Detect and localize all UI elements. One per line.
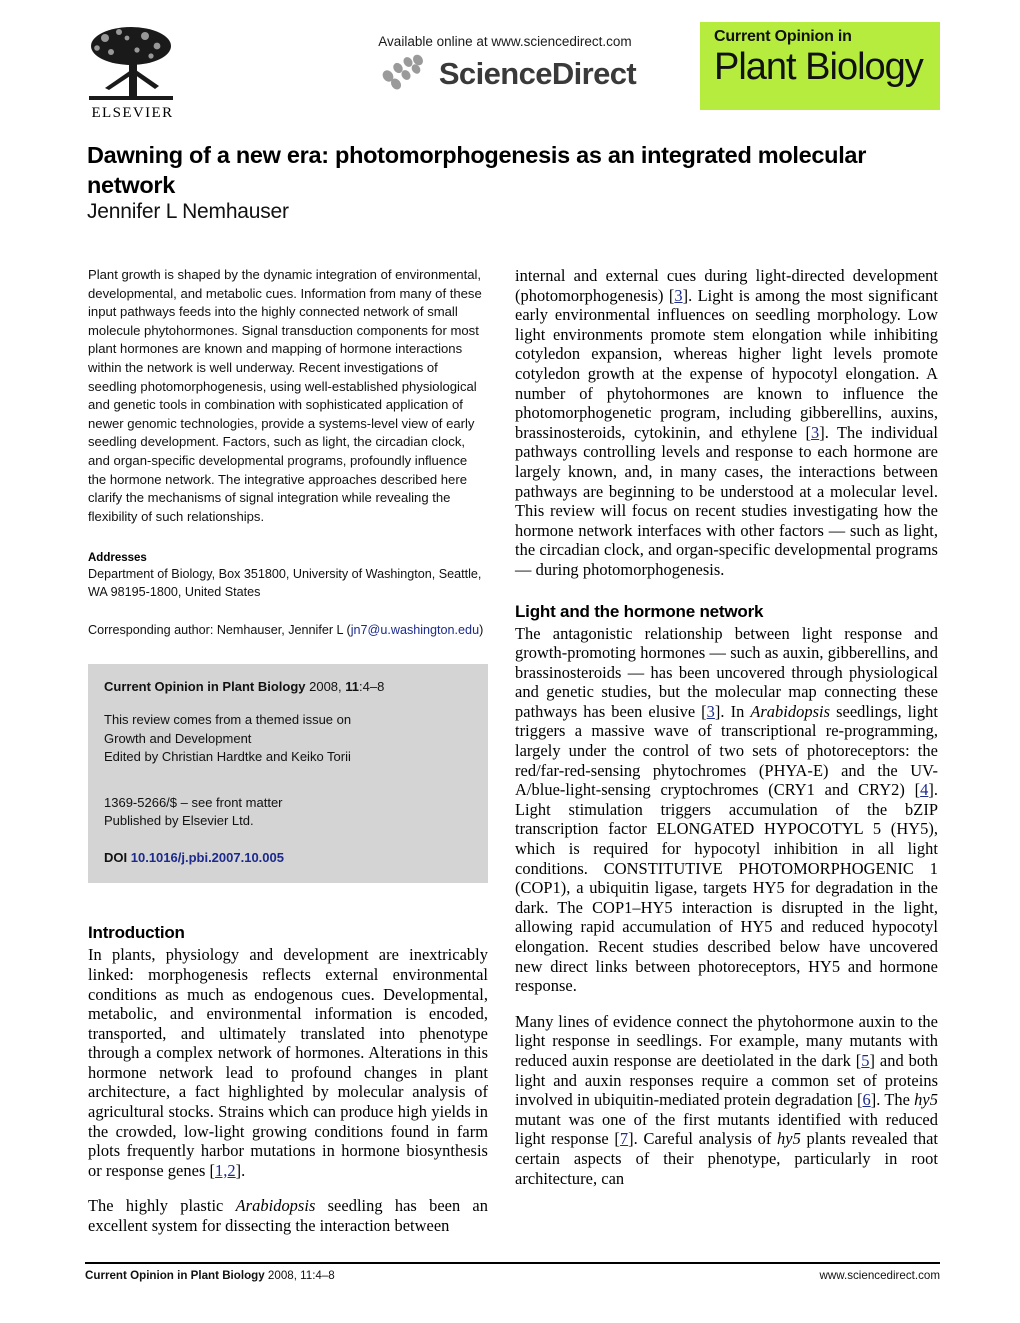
intro-p2-species-name: Arabidopsis — [235, 1196, 316, 1216]
sciencedirect-swoosh-icon — [382, 54, 423, 90]
page-header: ELSEVIER Available online at www.science… — [85, 22, 940, 127]
footer-website: www.sciencedirect.com — [819, 1269, 940, 1282]
rp2-text-d: ]. Light stimulation triggers accumulati… — [515, 780, 938, 996]
sciencedirect-logo: ScienceDirect — [340, 54, 670, 94]
doi-label: DOI — [104, 849, 128, 865]
journal-banner-top: Current Opinion in — [714, 28, 852, 45]
rp3-gene-name-1: hy5 — [914, 1090, 938, 1110]
rp3-gene-name-2: hy5 — [777, 1129, 801, 1149]
addresses-text: Department of Biology, Box 351800, Unive… — [88, 567, 482, 599]
elsevier-wordmark: ELSEVIER — [91, 105, 174, 121]
citation-ref-6[interactable]: 6 — [863, 1090, 871, 1109]
published-by-line: Published by Elsevier Ltd. — [104, 813, 254, 829]
left-column: Plant growth is shaped by the dynamic in… — [88, 266, 488, 1236]
light-hormone-network-heading: Light and the hormone network — [515, 601, 764, 621]
themed-issue-line1: This review comes from a themed issue on — [104, 712, 352, 728]
footer-citation: Current Opinion in Plant Biology 2008, 1… — [85, 1269, 335, 1282]
introduction-paragraph-2: The highly plastic Arabidopsis seedling … — [88, 1196, 488, 1235]
footer-journal-name: Current Opinion in Plant Biology — [85, 1269, 265, 1282]
citation-volume: 11 — [345, 678, 360, 694]
footer-journal-ref: 2008, 11:4–8 — [264, 1269, 335, 1282]
elsevier-logo: ELSEVIER — [85, 22, 180, 127]
front-matter-line: 1369-5266/$ – see front matter — [104, 794, 283, 810]
rp3-text-c: ]. The — [870, 1090, 915, 1110]
doi-link[interactable]: 10.1016/j.pbi.2007.10.005 — [131, 850, 284, 865]
available-online-text: Available online at www.sciencedirect.co… — [378, 34, 632, 49]
rp1-text-b: ]. Light is among the most significant e… — [515, 285, 938, 442]
intro-p1-text-a: In plants, physiology and development ar… — [88, 945, 488, 1180]
intro-p1-text-b: ]. — [235, 1160, 246, 1180]
rp1-text-c: ]. The individual pathways controlling l… — [515, 422, 938, 579]
rp2-text-b: ]. In — [714, 701, 751, 721]
citation-ref-7[interactable]: 7 — [620, 1129, 628, 1148]
themed-issue-block: This review comes from a themed issue on… — [104, 711, 472, 767]
edited-by-line: Edited by Christian Hardtke and Keiko To… — [104, 749, 351, 765]
abstract-text: Plant growth is shaped by the dynamic in… — [88, 267, 482, 524]
citation-journal: Current Opinion in Plant Biology — [104, 678, 306, 694]
themed-issue-line2: Growth and Development — [104, 730, 252, 746]
sciencedirect-block: Available online at www.sciencedirect.co… — [340, 34, 670, 94]
introduction-heading: Introduction — [88, 923, 185, 943]
citation-box: Current Opinion in Plant Biology 2008, 1… — [88, 663, 488, 884]
citation-line: Current Opinion in Plant Biology 2008, 1… — [104, 678, 472, 697]
corresponding-author-suffix: ) — [479, 623, 484, 638]
citation-ref-3a[interactable]: 3 — [674, 286, 682, 305]
sciencedirect-wordmark: ScienceDirect — [438, 56, 637, 91]
introduction-section: Introduction In plants, physiology and d… — [88, 923, 488, 1235]
corresponding-author: Corresponding author: Nemhauser, Jennife… — [88, 622, 488, 640]
citation-pages: :4–8 — [359, 678, 385, 694]
rp3-text-e: ]. Careful analysis of — [628, 1129, 777, 1149]
corresponding-author-prefix: Corresponding author: Nemhauser, Jennife… — [88, 623, 351, 638]
elsevier-tree-icon — [85, 22, 177, 104]
citation-ref-3b[interactable]: 3 — [811, 423, 819, 442]
right-column: internal and external cues during light-… — [515, 266, 938, 1188]
right-paragraph-1: internal and external cues during light-… — [515, 266, 938, 580]
front-matter-block: 1369-5266/$ – see front matter Published… — [104, 794, 472, 831]
right-paragraph-2: The antagonistic relationship between li… — [515, 624, 938, 996]
citation-year: 2008, — [305, 678, 346, 694]
citation-ref-5[interactable]: 5 — [861, 1051, 869, 1070]
author-name: Jennifer L Nemhauser — [87, 200, 289, 223]
article-page: ELSEVIER Available online at www.science… — [0, 0, 1020, 1323]
citation-ref-1-2[interactable]: 1,2 — [215, 1161, 236, 1180]
page-footer: Current Opinion in Plant Biology 2008, 1… — [85, 1262, 940, 1282]
citation-ref-3c[interactable]: 3 — [707, 702, 715, 721]
rp2-species-name: Arabidopsis — [750, 701, 831, 721]
addresses-label: Addresses — [88, 552, 147, 565]
right-paragraph-3: Many lines of evidence connect the phyto… — [515, 1012, 938, 1188]
intro-p2-text-a: The highly plastic — [88, 1196, 236, 1216]
introduction-paragraph-1: In plants, physiology and development ar… — [88, 945, 488, 1180]
journal-banner: Current Opinion in Plant Biology — [700, 22, 940, 110]
journal-banner-title: Plant Biology — [714, 46, 924, 88]
corresponding-author-email-link[interactable]: jn7@u.washington.edu — [351, 623, 479, 637]
doi-block: DOI 10.1016/j.pbi.2007.10.005 — [104, 849, 472, 868]
page-title: Dawning of a new era: photomorphogenesis… — [87, 142, 867, 198]
